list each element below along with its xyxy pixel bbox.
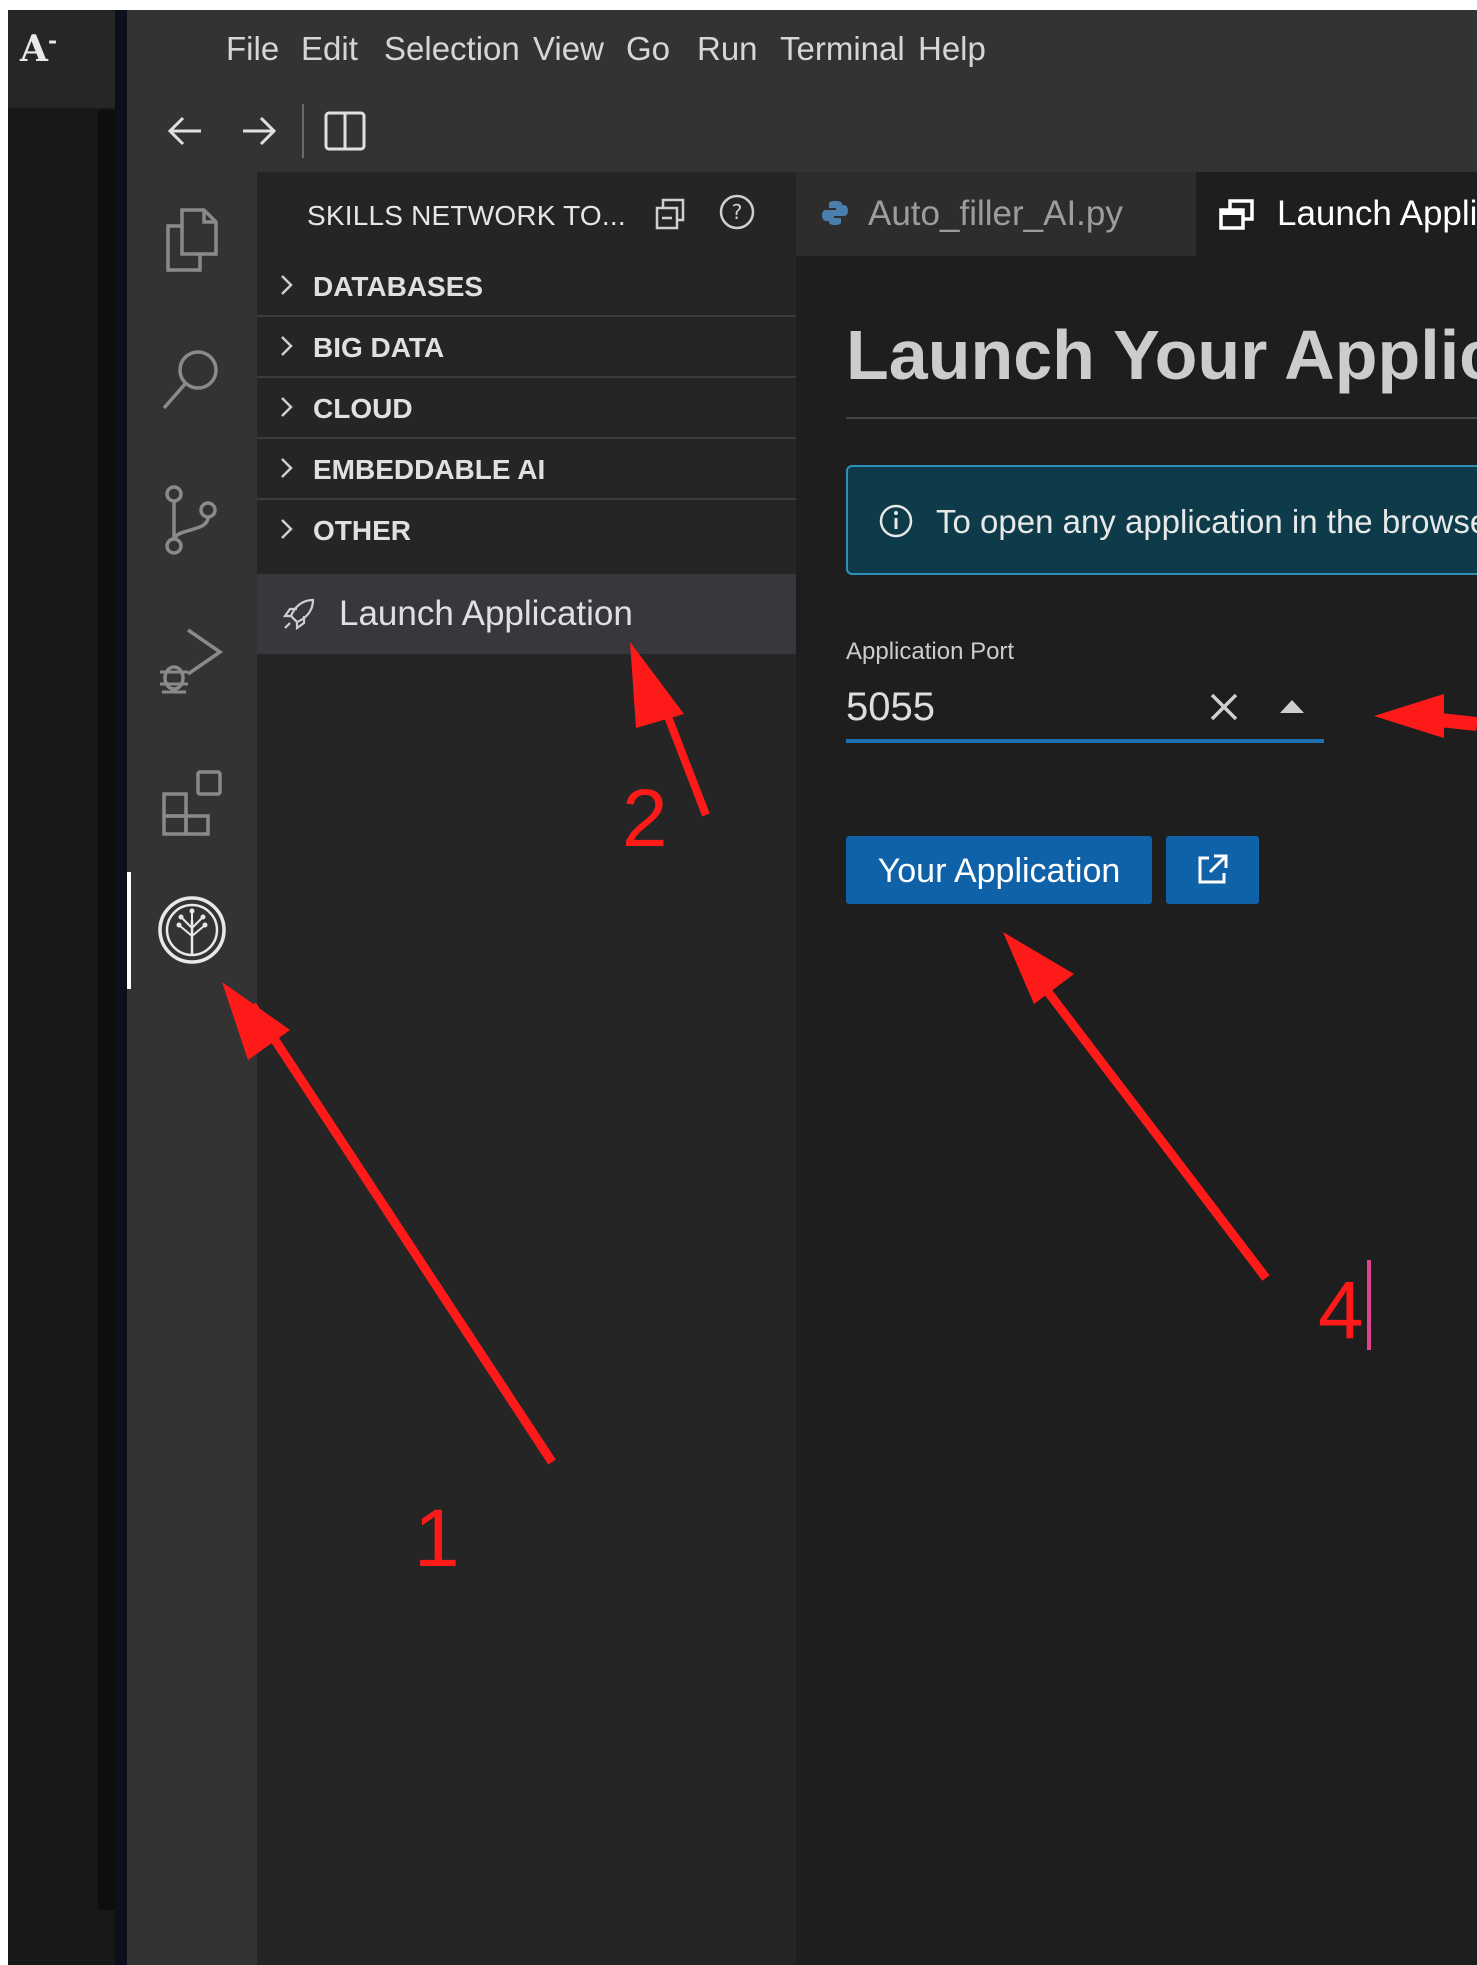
- launch-app-icon: [1219, 199, 1254, 230]
- chevron-right-icon: [281, 336, 293, 356]
- clear-icon[interactable]: [1204, 687, 1244, 727]
- notice-text: To open any application in the browser: [936, 503, 1477, 540]
- outer-topbar: A-: [8, 10, 115, 108]
- tab-auto-filler-ai[interactable]: Auto_filler_AI.py: [796, 172, 1196, 256]
- section-embeddable-ai[interactable]: EMBEDDABLE AI: [257, 439, 796, 500]
- outer-panel: A-: [8, 10, 120, 1965]
- port-value[interactable]: 5055: [846, 685, 935, 730]
- chevron-right-icon: [281, 458, 293, 478]
- caret-up-icon[interactable]: [1274, 691, 1310, 721]
- arrow-left-icon[interactable]: [161, 106, 211, 156]
- toolbar-separator: [302, 104, 304, 158]
- section-label: CLOUD: [313, 393, 413, 424]
- activity-bar: [127, 172, 257, 1965]
- window-divider: [115, 10, 127, 1965]
- port-input[interactable]: 5055: [846, 677, 1324, 743]
- menu-file[interactable]: File: [226, 30, 279, 68]
- launch-application-item[interactable]: Launch Application: [257, 574, 796, 654]
- menu-help[interactable]: Help: [918, 30, 986, 68]
- tab-launch-application[interactable]: Launch Application: [1196, 172, 1477, 256]
- chevron-right-icon: [281, 275, 293, 295]
- run-debug-icon[interactable]: [152, 620, 232, 700]
- svg-text:?: ?: [732, 200, 743, 224]
- menu-view[interactable]: View: [533, 30, 604, 68]
- font-size-logo[interactable]: A-: [20, 28, 57, 70]
- sidebar: SKILLS NETWORK TO... ? DATABASES BIG DAT…: [257, 172, 796, 1965]
- skills-network-icon[interactable]: [152, 890, 232, 970]
- sidebar-header: SKILLS NETWORK TO... ?: [257, 172, 796, 254]
- port-label: Application Port: [846, 638, 1015, 665]
- tab-bar: Auto_filler_AI.py Launch Application: [796, 172, 1477, 256]
- menu-bar: File Edit Selection View Go Run Terminal…: [127, 10, 1477, 90]
- search-icon[interactable]: [152, 340, 232, 420]
- page-title: Launch Your Application: [846, 316, 1477, 394]
- tab-label: Auto_filler_AI.py: [868, 194, 1123, 233]
- nav-toolbar: [127, 90, 1477, 172]
- menu-go[interactable]: Go: [626, 30, 670, 68]
- help-icon[interactable]: ?: [717, 192, 757, 232]
- section-big-data[interactable]: BIG DATA: [257, 317, 796, 378]
- collapse-all-icon[interactable]: [653, 196, 689, 232]
- section-other[interactable]: OTHER: [257, 500, 796, 559]
- section-label: OTHER: [313, 515, 411, 546]
- editor-area: Auto_filler_AI.py Launch Application Lau…: [796, 172, 1477, 1965]
- tab-label: Launch Application: [1277, 194, 1477, 233]
- chevron-right-icon: [281, 519, 293, 539]
- your-application-button[interactable]: Your Application: [846, 836, 1152, 904]
- active-view-indicator: [127, 872, 131, 989]
- python-icon: [822, 201, 848, 225]
- launch-application-label: Launch Application: [339, 594, 633, 633]
- arrow-right-icon[interactable]: [233, 106, 283, 156]
- source-control-icon[interactable]: [152, 480, 232, 560]
- sidebar-title: SKILLS NETWORK TO...: [307, 200, 626, 231]
- section-label: DATABASES: [313, 271, 484, 302]
- menu-terminal[interactable]: Terminal: [780, 30, 905, 68]
- rocket-icon: [282, 598, 315, 631]
- section-label: BIG DATA: [313, 332, 445, 363]
- menu-selection[interactable]: Selection: [384, 30, 520, 68]
- section-databases[interactable]: DATABASES: [257, 256, 796, 317]
- app-window: A- File Edit Selection View Go Run Termi…: [8, 10, 1477, 1965]
- extensions-icon[interactable]: [152, 760, 232, 840]
- external-link-icon: [1198, 854, 1228, 884]
- explorer-icon[interactable]: [152, 200, 232, 280]
- chevron-right-icon: [281, 397, 293, 417]
- your-application-label: Your Application: [877, 852, 1121, 890]
- info-icon: [879, 504, 913, 538]
- menu-run[interactable]: Run: [697, 30, 758, 68]
- info-notification: To open any application in the browser: [846, 465, 1477, 575]
- section-label: EMBEDDABLE AI: [313, 454, 546, 485]
- open-new-tab-button[interactable]: [1166, 836, 1259, 904]
- split-editor-icon[interactable]: [320, 106, 370, 156]
- menu-edit[interactable]: Edit: [301, 30, 358, 68]
- title-divider: [846, 417, 1477, 419]
- section-cloud[interactable]: CLOUD: [257, 378, 796, 439]
